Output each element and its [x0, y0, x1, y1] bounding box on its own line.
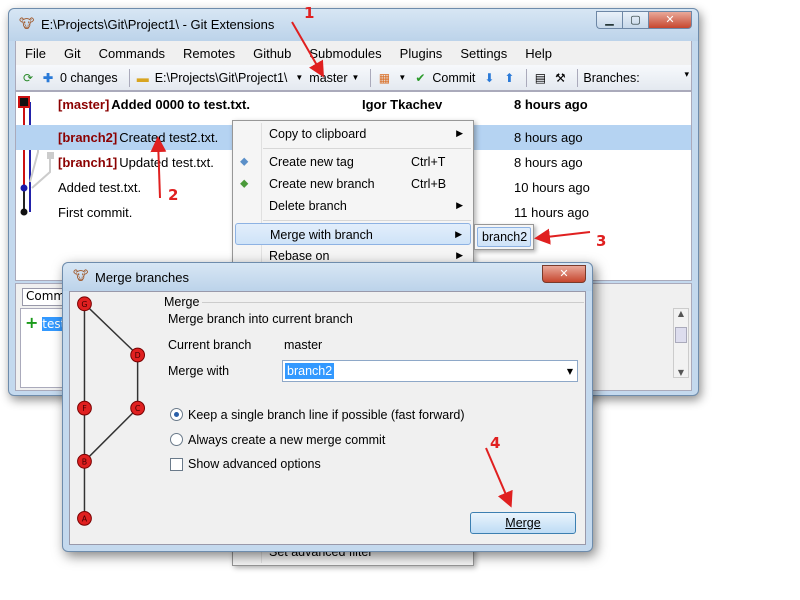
- annotation-number-2: 2: [168, 186, 179, 204]
- annotation-arrow-3: [534, 228, 591, 245]
- annotation-number-4: 4: [490, 434, 501, 452]
- annotation-number-1: 1: [304, 4, 315, 22]
- annotation-arrows: [150, 21, 591, 508]
- annotation-arrow-4: [485, 447, 513, 508]
- annotation-arrow-2: [150, 136, 167, 199]
- annotation-arrow-1: [291, 21, 324, 78]
- annotation-number-3: 3: [596, 232, 607, 250]
